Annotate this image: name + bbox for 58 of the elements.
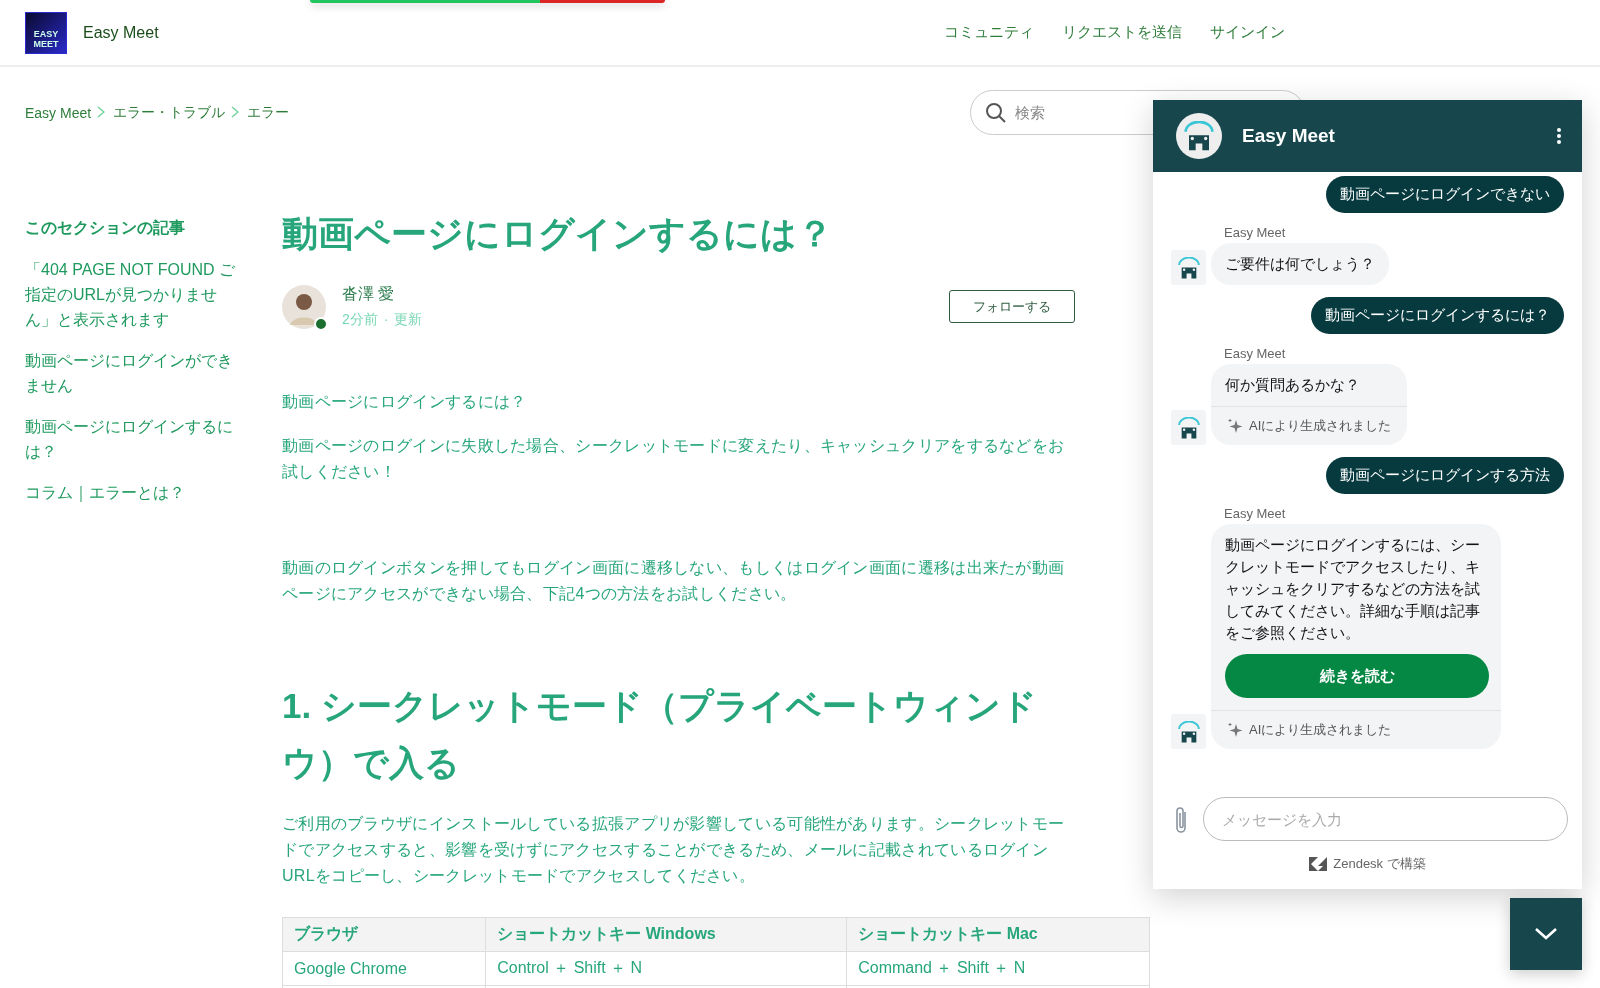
separator: · — [383, 311, 389, 329]
article-link[interactable]: 動画ページにログインができません — [25, 348, 245, 398]
article-link[interactable]: コラム｜エラーとは？ — [25, 480, 245, 505]
search-icon — [985, 102, 1006, 123]
nav-link[interactable]: コミュニティ — [944, 23, 1034, 42]
user-message: 動画ページにログインするには？ — [1311, 297, 1564, 334]
table-cell: Control ＋ Shift ＋ N — [485, 951, 847, 986]
sparkle-icon — [1227, 418, 1243, 434]
logo-icon — [1177, 720, 1200, 743]
breadcrumb-link[interactable]: Easy Meet — [25, 104, 92, 121]
column-header: ショートカットキー Windows — [485, 917, 847, 952]
logo-icon — [1184, 121, 1214, 151]
chevron-icon — [231, 105, 240, 118]
logo[interactable]: EASY MEET — [25, 11, 67, 54]
section-heading: 1. シークレットモード（プライベートウィンドウ）で入る — [282, 685, 1038, 784]
breadcrumb-link[interactable]: エラー・トラブル — [113, 103, 226, 122]
paragraph: 動画ページのログインに失敗した場合、シークレットモードに変えたり、キャッシュクリアをするなどをお試しください！ — [282, 436, 1066, 482]
sender-name: Easy Meet — [1224, 346, 1287, 361]
paperclip-icon[interactable] — [1175, 805, 1187, 833]
sender-name: Easy Meet — [1224, 506, 1287, 521]
table-cell: Google Chrome — [282, 951, 486, 986]
read-more-button[interactable]: 続きを読む — [1225, 654, 1489, 698]
chevron-down-icon — [1534, 927, 1558, 941]
powered-by: Zendesk で構築 — [1333, 855, 1426, 873]
nav-link[interactable]: サインイン — [1210, 23, 1285, 42]
section-heading: このセクションの記事 — [25, 218, 186, 238]
message-text: ご要件は何でしょう？ — [1224, 254, 1376, 274]
chevron-icon — [97, 105, 106, 118]
article-title: 動画ページにログインするには？ — [282, 212, 834, 256]
article-link[interactable]: 動画ページにログインするには？ — [25, 414, 245, 464]
paragraph: 動画ページにログインするには？ — [282, 392, 528, 412]
sender-name: Easy Meet — [1224, 225, 1287, 240]
table-cell: Command ＋ Shift ＋ N — [846, 951, 1150, 986]
column-header: ショートカットキー Mac — [846, 917, 1150, 952]
author-name: 沓澤 愛 — [342, 284, 396, 304]
logo-icon — [1177, 256, 1200, 279]
updated-label: 更新 — [394, 311, 423, 329]
message-text: 動画ページにログインするには、シークレットモードでアクセスしたり、キャッシュをクリアするなどの方法を試してみてください。詳細な手順は記事をご参照ください。 — [1224, 535, 1481, 643]
menu-icon[interactable] — [1556, 127, 1562, 145]
sparkle-icon — [1227, 722, 1243, 738]
site-name[interactable]: Easy Meet — [83, 23, 159, 42]
message-text: 何か質問あるかな？ — [1224, 375, 1361, 395]
user-message: 動画ページにログインできない — [1326, 176, 1564, 213]
breadcrumb-link[interactable]: エラー — [247, 103, 290, 122]
timestamp: 2分前 — [342, 311, 378, 329]
follow-button[interactable]: フォローする — [949, 290, 1075, 323]
logo-icon — [1177, 416, 1200, 439]
message-input[interactable]: メッセージを入力 — [1203, 797, 1568, 841]
avatar — [282, 284, 326, 329]
nav-link[interactable]: リクエストを送信 — [1062, 23, 1182, 42]
article-link[interactable]: 「404 PAGE NOT FOUND ご指定のURLが見つかりません」と表示されます — [25, 257, 245, 332]
paragraph: 動画のログインボタンを押してもログイン画面に遷移しない、もしくはログイン画面に遷移は出来たが動画ページにアクセスができない場合、下記4つの方法をお試しください。 — [282, 558, 1066, 604]
ai-note: AIにより生成されました — [1249, 417, 1392, 435]
user-message: 動画ページにログインする方法 — [1326, 457, 1564, 494]
ai-note: AIにより生成されました — [1249, 721, 1392, 739]
column-header: ブラウザ — [282, 917, 486, 952]
zendesk-logo-icon — [1309, 857, 1328, 871]
paragraph: ご利用のブラウザにインストールしている拡張アプリが影響している可能性があります。シークレットモードでアクセスすると、影響を受けずにアクセスすることができるため、メールに記載されているログインURLをコピーし、シークレットモードでアクセスしてください。 — [282, 814, 1066, 886]
